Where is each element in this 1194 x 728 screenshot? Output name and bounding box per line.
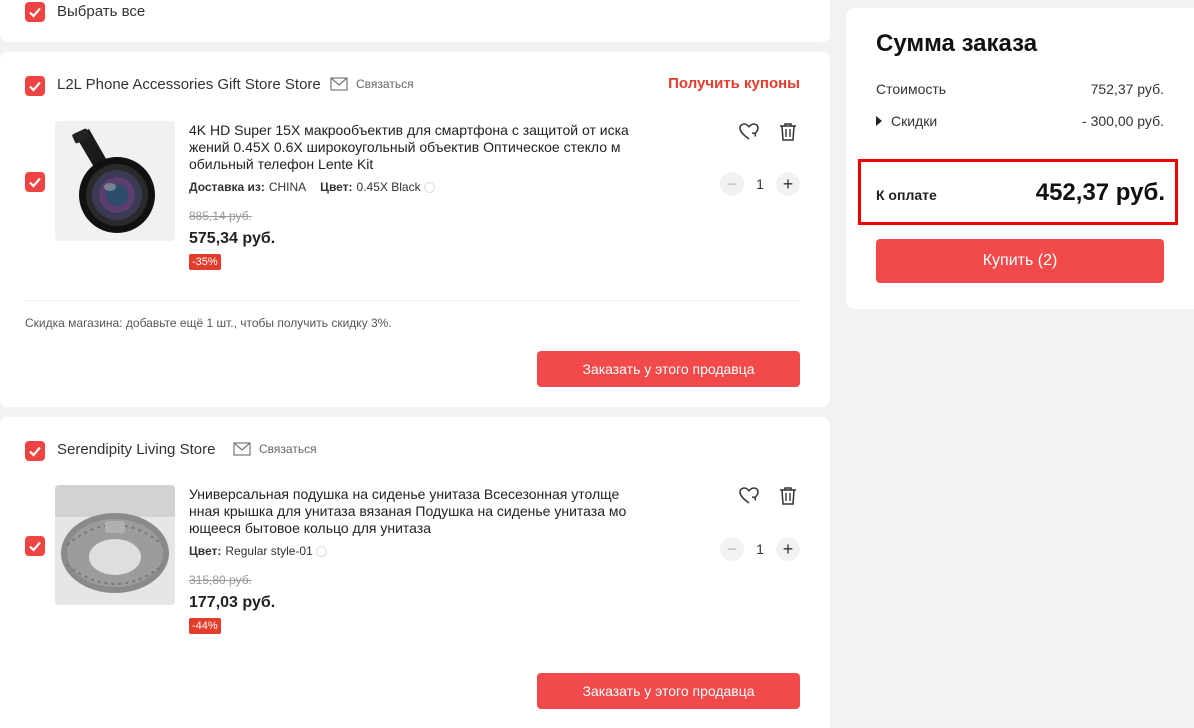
old-price: 885,14 руб. [189,209,252,223]
store-checkbox[interactable] [25,76,45,96]
store-card: L2L Phone Accessories Gift Store Store С… [0,52,830,407]
store-header: L2L Phone Accessories Gift Store Store С… [0,52,830,118]
item-checkbox[interactable] [25,172,45,192]
order-from-seller-button[interactable]: Заказать у этого продавца [537,351,800,387]
delete-button[interactable] [777,121,799,143]
heart-refresh-icon [739,123,759,140]
old-price: 315,80 руб. [189,573,252,587]
color-label: Цвет: [189,544,222,558]
trash-icon [780,123,796,141]
divider [25,300,800,301]
check-icon [29,81,41,92]
product-image[interactable] [55,121,175,241]
price: 575,34 руб. [189,230,276,247]
check-icon [29,7,41,18]
wishlist-button[interactable] [738,485,760,507]
discount-badge: -35% [189,254,221,270]
discounts-row[interactable]: Скидки - 300,00 руб. [876,113,1164,129]
store-header: Serendipity Living Store Связаться [0,417,830,483]
mail-icon [330,77,348,91]
discounts-label: Скидки [891,113,938,129]
check-icon [29,446,41,457]
store-discount-note: Скидка магазина: добавьте ещё 1 шт., что… [25,316,392,330]
contact-label: Связаться [356,77,414,91]
product-meta: Доставка из: CHINA Цвет: 0.45X Black [189,180,449,194]
quantity-increase-button[interactable]: + [776,172,800,196]
check-icon [29,177,41,188]
store-checkbox[interactable] [25,441,45,461]
shipping-label: Доставка из: [189,180,265,194]
product-image[interactable] [55,485,175,605]
summary-title: Сумма заказа [876,30,1038,57]
color-swatch [423,181,435,193]
cost-row: Стоимость 752,37 руб. [876,81,1164,97]
cost-value: 752,37 руб. [1090,81,1164,97]
mail-icon [233,442,251,456]
delete-button[interactable] [777,485,799,507]
total-highlight-box: К оплате 452,37 руб. [858,159,1178,225]
store-name[interactable]: L2L Phone Accessories Gift Store Store [57,76,321,93]
buy-button[interactable]: Купить (2) [876,239,1164,283]
order-from-seller-button[interactable]: Заказать у этого продавца [537,673,800,709]
store-card: Serendipity Living Store Связаться Униве… [0,417,830,728]
get-coupons-link[interactable]: Получить купоны [668,75,800,92]
quantity-decrease-button[interactable]: − [720,537,744,561]
discounts-value: - 300,00 руб. [1082,113,1164,129]
total-value: 452,37 руб. [1035,179,1165,206]
price: 177,03 руб. [189,594,276,611]
cost-label: Стоимость [876,81,947,97]
quantity-increase-button[interactable]: + [776,537,800,561]
color-swatch [315,545,327,557]
quantity-value: 1 [756,176,764,192]
store-name[interactable]: Serendipity Living Store [57,441,215,458]
product-meta: Цвет: Regular style-01 [189,544,341,558]
heart-refresh-icon [739,487,759,504]
discount-badge: -44% [189,618,221,634]
color-value: 0.45X Black [356,180,421,194]
trash-icon [780,487,796,505]
quantity-value: 1 [756,541,764,557]
check-icon [29,541,41,552]
quantity-decrease-button[interactable]: − [720,172,744,196]
total-label: К оплате [876,187,937,203]
toilet-seat-cushion-image [55,485,175,605]
color-value: Regular style-01 [225,544,313,558]
shipping-value: CHINA [268,180,307,194]
select-all-checkbox[interactable] [25,2,45,22]
item-checkbox[interactable] [25,536,45,556]
select-all-bar: Выбрать все [0,0,830,42]
expand-triangle-icon [876,116,882,127]
product-title[interactable]: 4K HD Super 15X макрообъектив для смартф… [189,122,654,173]
product-title[interactable]: Универсальная подушка на сиденье унитаза… [189,486,654,537]
contact-seller-link[interactable]: Связаться [330,77,414,91]
wishlist-button[interactable] [738,121,760,143]
color-label: Цвет: [320,180,353,194]
contact-label: Связаться [259,442,317,456]
camera-lens-image [55,121,175,241]
select-all-label: Выбрать все [57,3,146,20]
order-summary: Сумма заказа Стоимость 752,37 руб. Скидк… [846,8,1194,309]
contact-seller-link[interactable]: Связаться [233,442,317,456]
